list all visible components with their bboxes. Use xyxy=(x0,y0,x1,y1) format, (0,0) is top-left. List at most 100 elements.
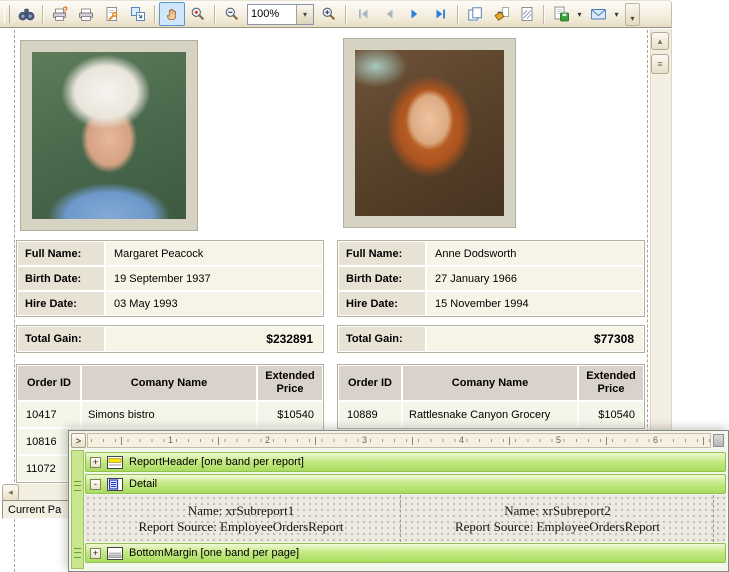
orders-header: Comany Name xyxy=(82,366,256,400)
chevron-right-icon: > xyxy=(75,435,82,446)
scrollbar-thumb[interactable]: ≡ xyxy=(651,54,669,74)
search-button[interactable] xyxy=(13,2,39,26)
total-gain-row: Total Gain: $232891 xyxy=(16,325,324,353)
orders-header: Extended Price xyxy=(258,366,322,400)
price-cell: $10540 xyxy=(258,402,322,427)
background-color-button[interactable] xyxy=(488,2,514,26)
expand-icon[interactable]: + xyxy=(90,547,101,559)
multiple-pages-icon xyxy=(468,7,482,21)
subreport-source: Report Source: EmployeeOrdersReport xyxy=(138,518,344,534)
toolbar-grip[interactable] xyxy=(4,5,10,23)
order-id-cell: 10889 xyxy=(339,402,401,427)
ruler-mark: 6 xyxy=(652,435,660,445)
design-surface: Name: xrSubreport1 Report Source: Employ… xyxy=(85,495,726,542)
ruler-mark: 1 xyxy=(167,435,175,445)
expand-icon[interactable]: + xyxy=(90,456,101,468)
grip-icon xyxy=(74,548,81,558)
band-report-header[interactable]: + ReportHeader [one band per report] xyxy=(85,452,726,472)
info-value: 15 November 1994 xyxy=(427,292,643,315)
total-gain-value: $77308 xyxy=(427,327,643,351)
scale-button[interactable] xyxy=(125,2,151,26)
envelope-icon xyxy=(590,9,606,20)
toolbar-overflow-button[interactable]: ▾ xyxy=(625,2,640,26)
status-text: Current Pa xyxy=(8,503,62,516)
print-dialog-button[interactable]: ? xyxy=(47,2,73,26)
export-dropdown-button[interactable]: ▾ xyxy=(574,3,585,25)
export-document-button[interactable] xyxy=(548,2,574,26)
employee-photo-frame xyxy=(343,38,516,228)
price-cell: $10540 xyxy=(579,402,643,427)
report-header-band-icon xyxy=(107,455,123,469)
zoom-in-button[interactable] xyxy=(316,2,342,26)
previous-page-icon xyxy=(386,9,393,19)
send-email-button[interactable] xyxy=(585,2,611,26)
email-dropdown-button[interactable]: ▾ xyxy=(611,3,622,25)
ruler-mark: 3 xyxy=(361,435,369,445)
info-label: Birth Date: xyxy=(339,267,425,290)
band-drag-strip[interactable] xyxy=(71,450,84,569)
zoom-input[interactable] xyxy=(248,4,296,24)
last-page-button[interactable] xyxy=(428,2,454,26)
watermark-icon xyxy=(521,7,533,21)
toolbar-separator xyxy=(543,4,545,24)
info-label: Full Name: xyxy=(339,242,425,265)
zoom-dropdown-button[interactable]: ▾ xyxy=(296,4,313,24)
subreport-control-2[interactable]: Name: xrSubreport2 Report Source: Employ… xyxy=(400,495,714,542)
page-setup-button[interactable] xyxy=(99,2,125,26)
ruler-end-cap xyxy=(713,434,724,447)
employee-photo-margaret xyxy=(32,52,186,219)
employee-info-table: Full Name: Anne Dodsworth Birth Date: 27… xyxy=(337,240,645,317)
print-dialog-icon: ? xyxy=(53,6,68,21)
first-page-button[interactable] xyxy=(350,2,376,26)
info-value: 27 January 1966 xyxy=(427,267,643,290)
scroll-up-button[interactable]: ▴ xyxy=(651,32,669,50)
total-gain-value: $232891 xyxy=(106,327,322,351)
printer-icon xyxy=(79,8,93,21)
arrow-up-icon: ▴ xyxy=(657,35,663,46)
horizontal-scrollbar[interactable] xyxy=(18,484,70,501)
orders-header: Order ID xyxy=(18,366,80,400)
band-bottom-margin[interactable]: + BottomMargin [one band per page] xyxy=(85,543,726,563)
hand-tool-button[interactable] xyxy=(159,2,185,26)
zoom-out-button[interactable] xyxy=(219,2,245,26)
arrow-left-icon: ◂ xyxy=(8,487,13,497)
designer-collapse-button[interactable]: > xyxy=(71,433,86,448)
print-button[interactable] xyxy=(73,2,99,26)
company-cell: Rattlesnake Canyon Grocery xyxy=(403,402,577,427)
subreport-control-1[interactable]: Name: xrSubreport1 Report Source: Employ… xyxy=(85,495,397,542)
total-gain-label: Total Gain: xyxy=(339,327,425,351)
info-value: 03 May 1993 xyxy=(106,292,322,315)
band-detail[interactable]: - Detail xyxy=(85,474,726,494)
first-page-icon xyxy=(359,9,368,19)
info-value: Anne Dodsworth xyxy=(427,242,643,265)
info-value: 19 September 1937 xyxy=(106,267,322,290)
binoculars-icon xyxy=(18,8,34,20)
toolbar: ? 100% ▾ ▾ ▾ ▾ xyxy=(0,0,672,28)
paint-bucket-icon xyxy=(493,7,509,21)
hand-tool-icon xyxy=(166,8,176,20)
employee-photo-anne xyxy=(355,50,504,216)
toolbar-separator xyxy=(42,4,44,24)
total-gain-label: Total Gain: xyxy=(18,327,104,351)
ruler-mark: 5 xyxy=(555,435,563,445)
previous-page-button[interactable] xyxy=(376,2,402,26)
order-id-cell: 10417 xyxy=(18,402,80,427)
zoom-out-icon xyxy=(225,7,239,21)
grip-icon xyxy=(74,481,81,491)
next-page-button[interactable] xyxy=(402,2,428,26)
subreport-name: Name: xrSubreport2 xyxy=(504,502,611,518)
band-label: ReportHeader [one band per report] xyxy=(129,456,304,468)
orders-header: Extended Price xyxy=(579,366,643,400)
multiple-pages-button[interactable] xyxy=(462,2,488,26)
watermark-button[interactable] xyxy=(514,2,540,26)
report-designer-panel: > 1 2 3 4 5 6 + ReportHeader [one band p… xyxy=(68,430,729,572)
chevron-down-icon: ▾ xyxy=(630,13,635,23)
chevron-down-icon: ▾ xyxy=(577,9,582,19)
scroll-left-button[interactable]: ◂ xyxy=(2,484,19,501)
orders-table: Order ID Comany Name Extended Price 1088… xyxy=(337,364,645,429)
collapse-minus-icon[interactable]: - xyxy=(90,478,101,490)
band-label: Detail xyxy=(129,478,158,490)
magnifier-tool-button[interactable] xyxy=(185,2,211,26)
band-label: BottomMargin [one band per page] xyxy=(129,547,300,559)
page-setup-icon xyxy=(106,7,118,21)
